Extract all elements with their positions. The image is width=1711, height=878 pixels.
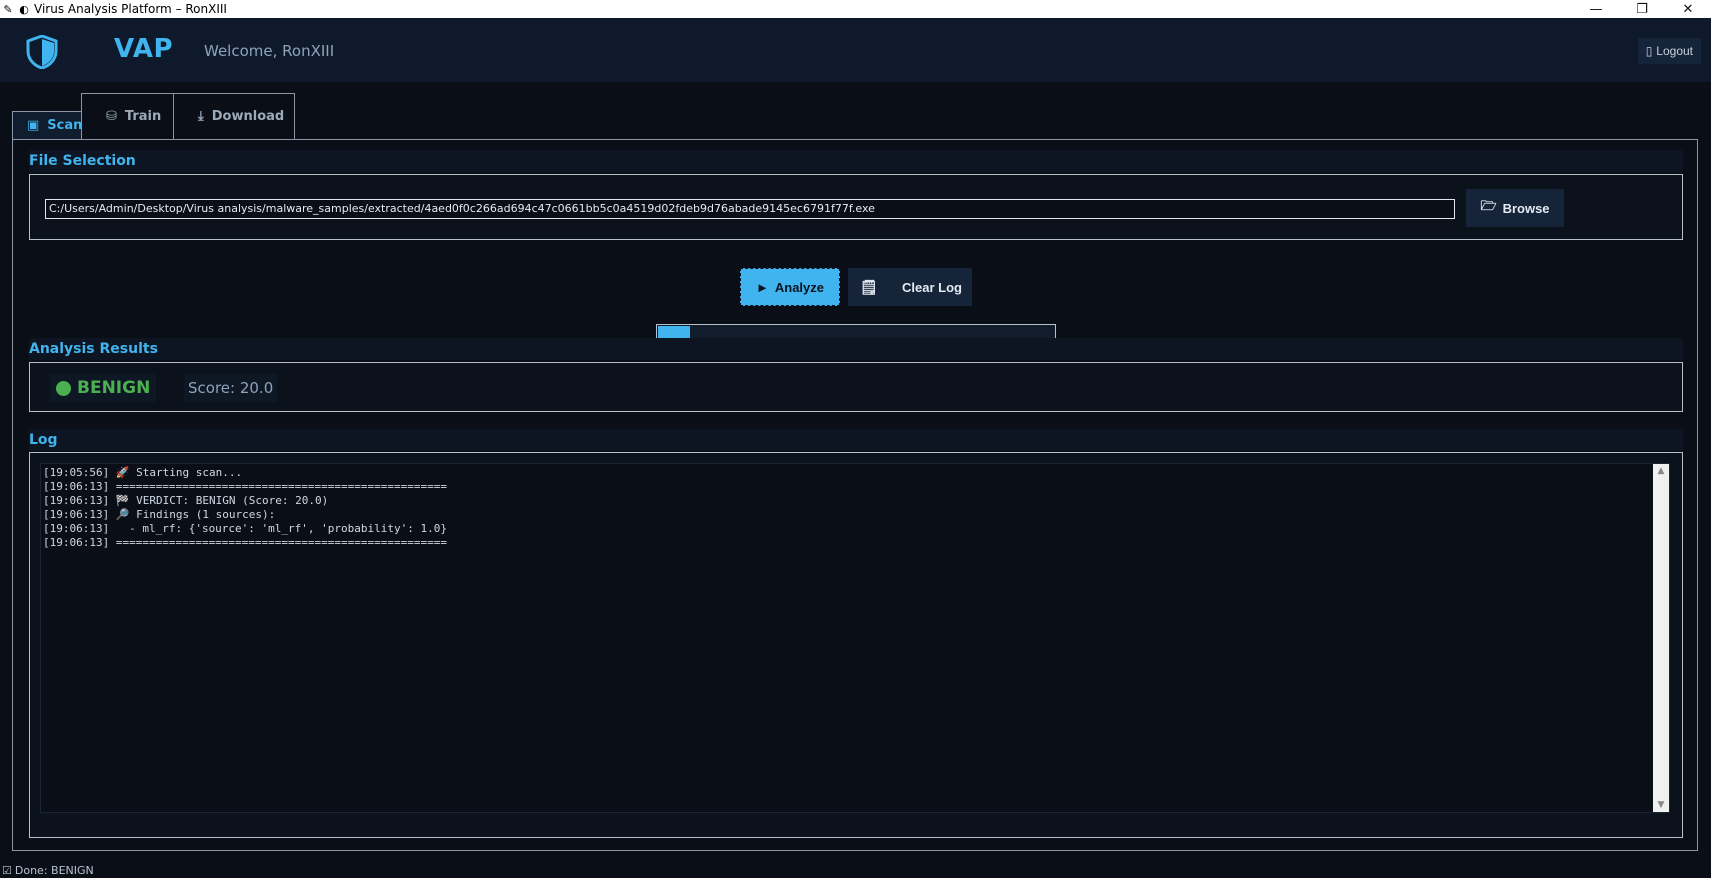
status-dot-icon (56, 380, 71, 396)
window-title: Virus Analysis Platform – RonXIII (34, 2, 227, 16)
clear-log-label: Clear Log (902, 279, 962, 295)
log-group: [19:05:56] 🚀 Starting scan... [19:06:13] … (29, 452, 1683, 838)
logout-label: Logout (1656, 44, 1693, 58)
analysis-results-title: Analysis Results (29, 338, 1683, 360)
scroll-down-icon[interactable]: ▼ (1653, 798, 1669, 812)
scan-icon: ▣ (27, 118, 40, 133)
log-line: [19:05:56] 🚀 Starting scan... (43, 466, 243, 479)
shield-icon (26, 35, 58, 69)
log-line: [19:06:13] - ml_rf: {'source': 'ml_rf', … (43, 522, 447, 535)
minimize-button[interactable]: — (1573, 0, 1619, 18)
tab-scan[interactable]: ▣ Scan (12, 111, 82, 139)
status-text: Done: BENIGN (14, 864, 94, 877)
tab-scan-label: Scan (47, 118, 83, 133)
app-header: VAP Welcome, RonXIII ▯ Logout (0, 18, 1711, 82)
log-title: Log (29, 429, 1683, 451)
verdict-label: BENIGN (77, 378, 151, 398)
file-selection-title: File Selection (29, 150, 1683, 172)
file-path-input[interactable]: C:/Users/Admin/Desktop/Virus analysis/ma… (45, 199, 1455, 219)
scan-panel: File Selection C:/Users/Admin/Desktop/Vi… (12, 139, 1698, 851)
welcome-text: Welcome, RonXIII (204, 42, 335, 60)
browse-label: Browse (1502, 200, 1550, 216)
tab-train[interactable]: ⛁ Train (81, 93, 174, 139)
analysis-results-group: BENIGN Score: 20.0 (29, 362, 1683, 412)
checkbox-icon: ☑ (2, 864, 12, 877)
log-text: [19:05:56] 🚀 Starting scan... [19:06:13] … (43, 466, 447, 550)
brain-icon: ⛁ (106, 109, 117, 124)
log-scrollbar[interactable]: ▲ ▼ (1653, 464, 1669, 812)
analyze-button[interactable]: ► Analyze (740, 268, 840, 306)
log-output[interactable]: [19:05:56] 🚀 Starting scan... [19:06:13] … (40, 463, 1670, 813)
window-titlebar: ✎ ◐ Virus Analysis Platform – RonXIII — … (0, 0, 1711, 18)
maximize-button[interactable]: ❐ (1619, 0, 1665, 18)
browse-button[interactable]: 🗁 Browse (1466, 189, 1564, 227)
scroll-icon: 🗒 (860, 278, 878, 295)
tab-download[interactable]: ⤓ Download (173, 93, 295, 139)
log-line: [19:06:13] 🔎 Findings (1 sources): (43, 508, 276, 521)
score-label: Score: 20.0 (184, 374, 278, 402)
pen-icon: ✎ (3, 2, 13, 16)
play-icon: ► (755, 279, 769, 295)
tab-train-label: Train (124, 109, 162, 124)
close-button[interactable]: ✕ (1665, 0, 1711, 18)
file-selection-group: C:/Users/Admin/Desktop/Virus analysis/ma… (29, 174, 1683, 240)
app-icon: ◐ (19, 2, 29, 16)
logout-icon: ▯ (1645, 44, 1653, 58)
window-controls: — ❐ ✕ (1573, 0, 1711, 18)
scroll-up-icon[interactable]: ▲ (1653, 464, 1669, 478)
download-icon: ⤓ (198, 109, 204, 124)
folder-icon: 🗁 (1480, 198, 1497, 213)
tab-download-label: Download (211, 109, 285, 124)
log-line: [19:06:13] =============================… (43, 480, 447, 493)
log-line: [19:06:13] 🏁 VERDICT: BENIGN (Score: 20.… (43, 494, 329, 507)
brand-title: VAP (114, 34, 174, 64)
status-bar: ☑ Done: BENIGN (0, 863, 1711, 878)
logout-button[interactable]: ▯ Logout (1637, 38, 1701, 64)
log-line: [19:06:13] =============================… (43, 536, 447, 549)
clear-log-button[interactable]: 🗒 Clear Log (848, 268, 972, 306)
analyze-label: Analyze (774, 279, 824, 295)
verdict-badge: BENIGN (50, 374, 157, 402)
